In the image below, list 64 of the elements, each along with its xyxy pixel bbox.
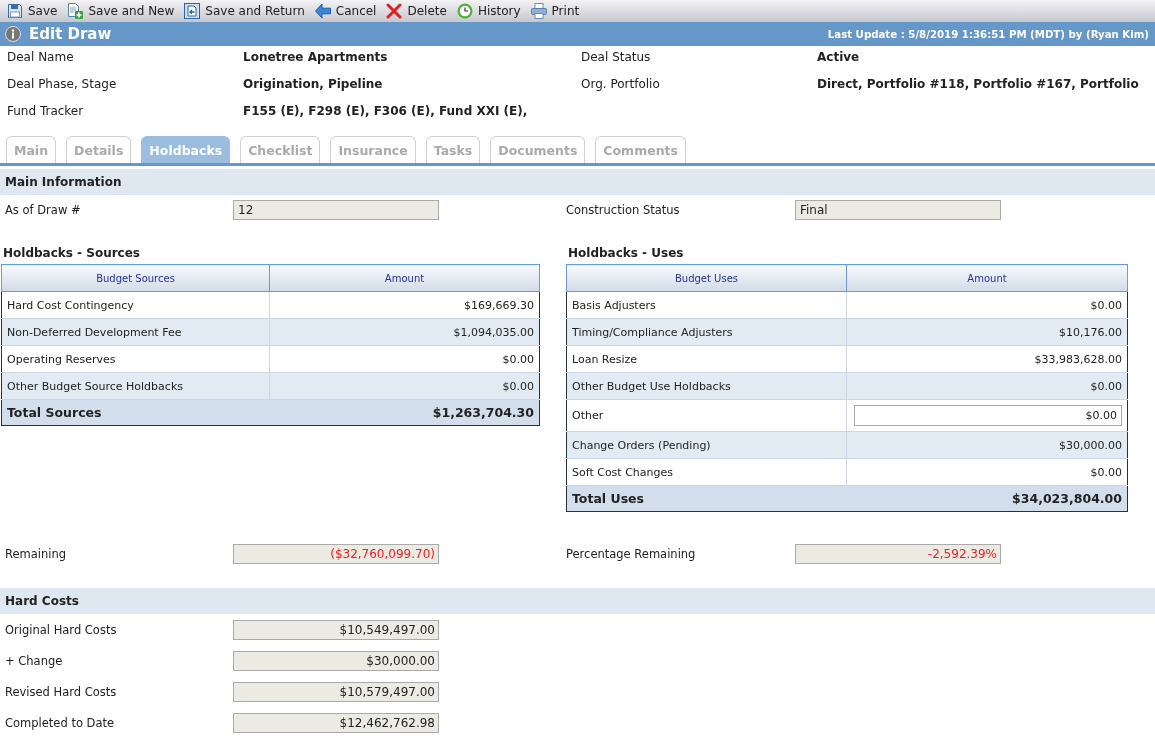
cross-icon	[386, 3, 403, 19]
field-value: Lonetree Apartments	[243, 49, 389, 65]
field-label: Deal Status	[581, 49, 652, 65]
table-cell: Timing/Compliance Adjusters	[566, 318, 847, 346]
total-label: Total Sources	[1, 399, 270, 426]
last-update-text: Last Update : 5/8/2019 1:36:51 PM (MDT) by (Ryan Kim)	[827, 28, 1149, 40]
field-label: As of Draw #	[5, 203, 82, 217]
input-field[interactable]: $12,462,762.98	[233, 713, 439, 733]
field-value: Direct, Portfolio #118, Portfolio #167, Portfolio	[817, 76, 1140, 92]
field-value: Origination, Pipeline	[243, 76, 384, 92]
table-title: Holdbacks - Uses	[567, 246, 685, 260]
total-amount: $1,263,704.30	[269, 399, 540, 426]
field-label: Org. Portfolio	[581, 76, 661, 92]
field-label: Remaining	[5, 547, 68, 561]
table-cell: $0.00	[846, 372, 1128, 400]
amount-input[interactable]: $0.00	[854, 405, 1122, 426]
delete-button[interactable]: Delete	[383, 1, 450, 21]
field-label: Percentage Remaining	[566, 547, 697, 561]
section-header: Hard Costs	[0, 588, 1155, 614]
field-label: Fund Tracker	[7, 103, 85, 119]
save-button[interactable]: Save	[4, 1, 61, 21]
printer-icon	[530, 3, 547, 19]
field-label: Completed to Date	[5, 716, 116, 730]
table-cell: $30,000.00	[846, 431, 1128, 459]
clock-icon	[456, 3, 473, 19]
field-label: Construction Status	[566, 203, 681, 217]
input-field[interactable]: $30,000.00	[233, 651, 439, 671]
print-button[interactable]: Print	[527, 1, 583, 21]
table-cell: Change Orders (Pending)	[566, 431, 847, 459]
page-title: Edit Draw	[29, 25, 112, 43]
document-plus-icon	[67, 3, 84, 19]
arrow-left-icon	[314, 3, 331, 19]
column-header[interactable]: Budget Uses	[566, 264, 847, 292]
history-button[interactable]: History	[453, 1, 524, 21]
save-and-return-button[interactable]: Save and Return	[181, 1, 308, 21]
table-cell: $1,094,035.00	[269, 318, 540, 346]
field-label: Deal Name	[7, 49, 75, 65]
column-header[interactable]: Budget Sources	[1, 264, 270, 292]
input-field[interactable]: Final	[795, 200, 1001, 220]
input-field[interactable]: $10,579,497.00	[233, 682, 439, 702]
column-header[interactable]: Amount	[846, 264, 1128, 292]
table-title: Holdbacks - Sources	[2, 246, 141, 260]
field-label: + Change	[5, 654, 64, 668]
table-cell: $0.00	[269, 372, 540, 400]
input-field[interactable]: $10,549,497.00	[233, 620, 439, 640]
table-cell: Non-Deferred Development Fee	[1, 318, 270, 346]
field-label: Deal Phase, Stage	[7, 76, 118, 92]
total-label: Total Uses	[566, 485, 847, 512]
field-value: Active	[817, 49, 861, 65]
table-cell: Other Budget Use Holdbacks	[566, 372, 847, 400]
field-label: Original Hard Costs	[5, 623, 118, 637]
field-label: Revised Hard Costs	[5, 685, 118, 699]
column-header[interactable]: Amount	[269, 264, 540, 292]
save-and-new-button[interactable]: Save and New	[64, 1, 178, 21]
table-cell: $10,176.00	[846, 318, 1128, 346]
info-icon	[5, 26, 21, 42]
table-cell: Other Budget Source Holdbacks	[1, 372, 270, 400]
field-value: F155 (E), F298 (E), F306 (E), Fund XXI (E),	[243, 103, 529, 119]
input-field[interactable]: 12	[233, 200, 439, 220]
section-header: Main Information	[0, 169, 1155, 195]
input-field[interactable]: ($32,760,099.70)	[233, 544, 439, 564]
total-amount: $34,023,804.00	[846, 485, 1128, 512]
cancel-button[interactable]: Cancel	[311, 1, 380, 21]
input-field[interactable]: -2,592.39%	[795, 544, 1001, 564]
